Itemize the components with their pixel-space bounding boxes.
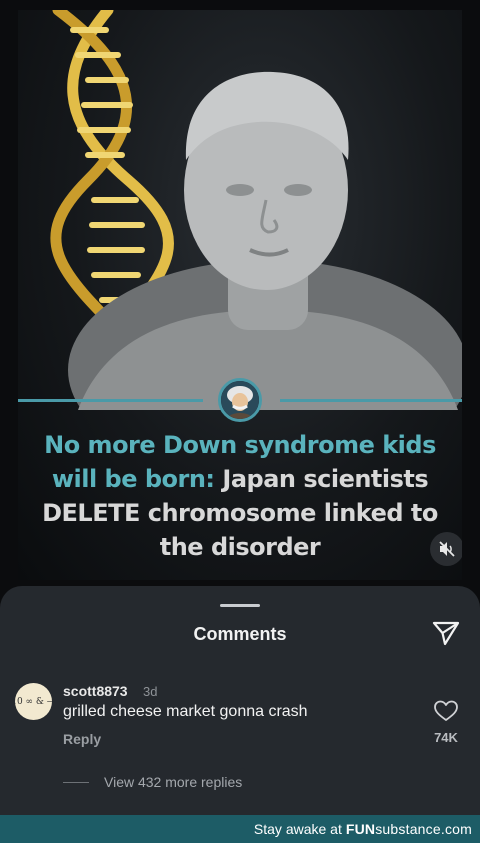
avatar[interactable]: 10 ∞ & — bbox=[15, 683, 52, 720]
sheet-drag-handle[interactable] bbox=[220, 604, 260, 607]
comment-item: 10 ∞ & — scott8873 3d grilled cheese mar… bbox=[0, 681, 480, 761]
footer-prefix: Stay awake at bbox=[253, 821, 342, 837]
watermark-footer: Stay awake at FUNsubstance.com bbox=[0, 815, 480, 843]
comment-text: grilled cheese market gonna crash bbox=[63, 703, 308, 720]
divider-line bbox=[280, 399, 462, 402]
brand-fun: FUN bbox=[345, 821, 376, 837]
post-headline: No more Down syndrome kids will be born:… bbox=[28, 428, 452, 564]
divider-line bbox=[18, 399, 203, 402]
sheet-title: Comments bbox=[193, 624, 287, 644]
brand-com: .com bbox=[440, 821, 472, 837]
comment-username[interactable]: scott8873 bbox=[63, 683, 128, 699]
replies-divider bbox=[63, 782, 89, 783]
brand-logo: FUNsubstance.com bbox=[346, 821, 472, 837]
einstein-avatar-icon bbox=[218, 378, 262, 422]
screen: No more Down syndrome kids will be born:… bbox=[0, 0, 480, 843]
like-count: 74K bbox=[434, 730, 458, 745]
heart-outline-icon bbox=[434, 700, 458, 721]
view-replies-label: View 432 more replies bbox=[104, 774, 243, 790]
comments-sheet: Comments 10 ∞ & — scott8873 3d grilled c… bbox=[0, 586, 480, 816]
post-media[interactable]: No more Down syndrome kids will be born:… bbox=[18, 10, 462, 580]
brand-sub: substance bbox=[375, 821, 441, 837]
paper-plane-icon bbox=[432, 621, 460, 646]
like-button[interactable] bbox=[433, 699, 459, 723]
mute-button[interactable] bbox=[430, 532, 462, 566]
comment-age: 3d bbox=[143, 684, 158, 699]
post-illustration bbox=[50, 10, 462, 410]
speaker-muted-icon bbox=[439, 541, 455, 557]
share-button[interactable] bbox=[431, 619, 461, 647]
reply-button[interactable]: Reply bbox=[63, 731, 101, 747]
